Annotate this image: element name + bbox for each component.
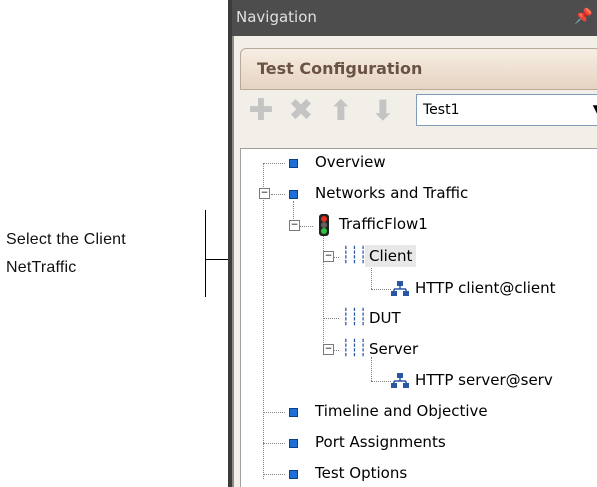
- pin-icon[interactable]: 📌: [574, 7, 593, 25]
- arrow-down-icon[interactable]: ⬇: [368, 96, 398, 126]
- collapse-icon[interactable]: −: [323, 251, 334, 262]
- collapse-icon[interactable]: −: [259, 188, 270, 199]
- test-select[interactable]: Test1 ▼: [416, 94, 597, 126]
- node-icon: [289, 159, 298, 168]
- section-header-label: Test Configuration: [257, 59, 423, 78]
- node-icon: [289, 408, 298, 417]
- net-traffic-icon: ┊┊┊: [341, 245, 368, 264]
- annotation-line-1: Select the Client: [6, 231, 126, 248]
- tree-connector: [323, 318, 339, 319]
- net-traffic-icon: ┊┊┊: [341, 338, 368, 357]
- tree-connector: [263, 474, 285, 475]
- chevron-down-icon[interactable]: ▼: [593, 102, 597, 116]
- tree-connector: [271, 194, 285, 195]
- tree-connector: [263, 163, 264, 479]
- tree-connector: [263, 163, 285, 164]
- tree-connector: [371, 265, 372, 289]
- test-select-value: Test1: [423, 102, 460, 118]
- add-icon[interactable]: ✚: [246, 96, 276, 126]
- collapse-icon[interactable]: −: [323, 344, 334, 355]
- annotation-text: Select the Client NetTraffic: [6, 226, 126, 282]
- section-header[interactable]: Test Configuration: [240, 48, 597, 90]
- traffic-light-icon: [319, 214, 329, 236]
- toolbar: ✚ ✖ ⬆ ⬇ Test1 ▼: [240, 90, 597, 134]
- annotation-bracket: [205, 210, 206, 297]
- tree-connector: [263, 443, 285, 444]
- tree-connector: [371, 357, 372, 381]
- tree-connector: [371, 289, 391, 290]
- collapse-icon[interactable]: −: [289, 220, 300, 231]
- node-icon: [289, 439, 298, 448]
- annotation-line-2: NetTraffic: [6, 259, 77, 276]
- configuration-tree: Overview − Networks and Traffic − Traffi…: [240, 148, 597, 487]
- delete-icon[interactable]: ✖: [286, 96, 316, 126]
- tree-connector: [299, 226, 313, 227]
- node-icon: [289, 190, 298, 199]
- tree-connector: [371, 381, 391, 382]
- node-icon: [289, 470, 298, 479]
- panel-titlebar: Navigation 📌: [232, 0, 597, 36]
- network-icon: [391, 373, 409, 388]
- tree-connector: [263, 412, 285, 413]
- navigation-panel: Navigation 📌 Test Configuration ✚ ✖ ⬆ ⬇ …: [228, 0, 597, 487]
- arrow-up-icon[interactable]: ⬆: [326, 96, 356, 126]
- net-traffic-icon: ┊┊┊: [341, 307, 368, 326]
- panel-title: Navigation: [236, 8, 317, 26]
- panel-body: Test Configuration ✚ ✖ ⬆ ⬇ Test1 ▼: [232, 36, 597, 487]
- network-icon: [391, 281, 409, 296]
